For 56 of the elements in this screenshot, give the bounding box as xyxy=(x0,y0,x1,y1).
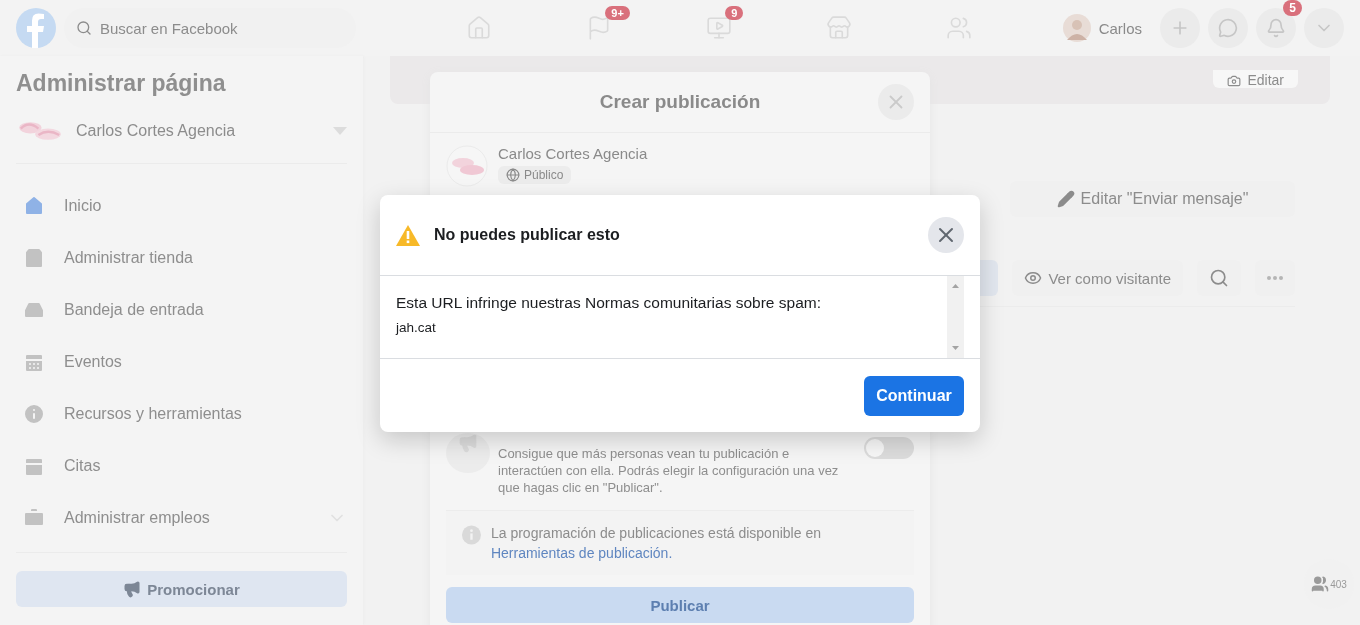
count-label: 403 xyxy=(1330,578,1347,590)
warning-icon xyxy=(396,224,420,246)
alert-title: No puedes publicar esto xyxy=(434,226,621,244)
caret-icon[interactable] xyxy=(333,127,347,135)
author-name: Carlos Cortes Agencia xyxy=(498,145,648,162)
close-button[interactable] xyxy=(928,217,964,253)
alert-message: Esta URL infringe nuestras Normas comunitarias sobre spam: xyxy=(396,294,822,312)
page-avatar-icon xyxy=(446,145,488,187)
chat-icon xyxy=(1218,18,1238,38)
promote-button[interactable]: Promocionar xyxy=(16,571,347,607)
tools-link[interactable]: Herramientas de publicación. xyxy=(490,545,673,561)
search-icon xyxy=(76,20,92,36)
info-icon xyxy=(462,523,481,547)
pencil-icon xyxy=(1056,190,1075,208)
bell-icon xyxy=(1266,18,1286,38)
sidebar-item[interactable]: Eventos xyxy=(64,353,347,371)
home-icon xyxy=(466,15,493,41)
notification-badge: 5 xyxy=(1283,0,1302,16)
nav-action-button[interactable] xyxy=(1160,8,1200,48)
sidebar-item[interactable]: Administrar empleos xyxy=(64,509,315,527)
scrollbar[interactable] xyxy=(947,276,964,358)
eye-icon xyxy=(1024,269,1043,287)
audience-selector[interactable]: Público xyxy=(498,166,572,184)
boost-toggle[interactable] xyxy=(864,437,914,459)
dialog-title: Crear publicación xyxy=(599,91,761,113)
blocked-url: jah.cat xyxy=(396,320,437,335)
edit-cover-button[interactable]: Editar xyxy=(1213,70,1298,88)
search-icon xyxy=(1209,268,1229,288)
nav-tab[interactable]: 9 xyxy=(659,0,780,56)
store-icon xyxy=(826,15,853,41)
notification-badge: 9+ xyxy=(605,6,630,20)
groups-icon xyxy=(946,15,973,41)
more-icon xyxy=(1267,276,1283,280)
sidebar-item[interactable]: Citas xyxy=(64,457,347,475)
globe-icon xyxy=(506,168,520,182)
page-logo-icon xyxy=(16,119,64,143)
page-name[interactable]: Carlos Cortes Agencia xyxy=(76,122,321,140)
video-icon xyxy=(706,15,733,41)
nav-action-button[interactable] xyxy=(1208,8,1248,48)
sidebar-item[interactable]: Recursos y herramientas xyxy=(64,405,347,423)
megaphone-icon xyxy=(458,433,478,453)
sidebar-item[interactable]: Inicio xyxy=(64,197,347,215)
avatar-icon xyxy=(1062,14,1091,42)
camera-icon xyxy=(1227,74,1242,88)
profile-link[interactable]: Carlos xyxy=(1062,14,1142,42)
sidebar-item[interactable]: Bandeja de entrada xyxy=(64,301,347,319)
sidebar-title: Administrar página xyxy=(16,70,227,97)
continue-button[interactable]: Continuar xyxy=(864,375,964,416)
nav-tab[interactable]: 9+ xyxy=(539,0,660,56)
notification-badge: 9 xyxy=(725,6,744,20)
sidebar-item[interactable]: Administrar tienda xyxy=(64,249,347,267)
people-icon xyxy=(1311,575,1330,593)
boost-description: Consigue que más personas vean tu publicación e interactúen con ella. Podrás elegir la configuración una vez que hagas clic en "Publicar". xyxy=(498,445,840,496)
info-text: La programación de publicaciones está disponible en Herramientas de publicación. xyxy=(490,524,822,563)
megaphone-icon xyxy=(123,580,142,598)
logo-icon[interactable] xyxy=(16,8,56,48)
